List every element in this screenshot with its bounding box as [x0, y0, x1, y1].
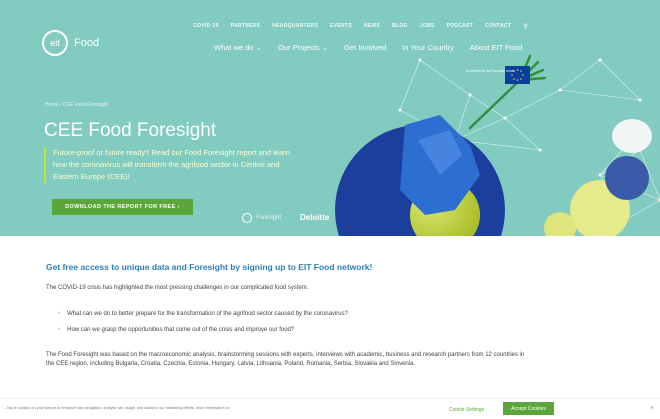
top-link-podcast[interactable]: PODCAST — [447, 23, 474, 30]
accept-cookies-button[interactable]: Accept Cookies — [503, 402, 554, 415]
partner-circle-icon — [242, 213, 252, 223]
top-link-blog[interactable]: BLOG — [392, 23, 408, 30]
list-item: • How can we grasp the opportunities tha… — [58, 327, 294, 333]
nav-get-involved[interactable]: Get Involved — [344, 43, 386, 52]
cookie-text: ...ing of cookies on your device to enha… — [4, 406, 230, 410]
nav-our-projects[interactable]: Our Projects ⌄ — [278, 43, 328, 52]
nav-in-your-country[interactable]: In Your Country — [402, 43, 454, 52]
logo-text: Food — [74, 37, 99, 49]
top-link-events[interactable]: EVENTS — [330, 23, 352, 30]
close-icon[interactable]: × — [650, 405, 654, 412]
top-link-covid[interactable]: COVID-19 — [193, 23, 218, 30]
page-title: CEE Food Foresight — [44, 120, 216, 142]
breadcrumb[interactable]: Home › CEE Food Foresight — [45, 102, 108, 108]
bullet-icon: • — [58, 327, 60, 333]
section-heading: Get free access to unique data and Fores… — [46, 262, 372, 272]
top-link-partners[interactable]: PARTNERS — [231, 23, 261, 30]
nav-about[interactable]: About EIT Food — [470, 43, 522, 52]
main-nav: What we do ⌄ Our Projects ⌄ Get Involved… — [214, 43, 522, 52]
top-link-headquarters[interactable]: HEADQUARTERS — [272, 23, 318, 30]
hero-intro: Future-proof or future ready? Read our F… — [44, 147, 303, 183]
description-paragraph: The Food Foresight was based on the macr… — [46, 351, 526, 369]
partner-logo-deloitte: Deloitte — [300, 213, 329, 222]
list-item-text: How can we grasp the opportunities that … — [67, 327, 294, 333]
bullet-icon: • — [58, 311, 60, 317]
top-links: COVID-19 PARTNERS HEADQUARTERS EVENTS NE… — [193, 23, 528, 30]
search-icon[interactable]: ⚲ — [523, 23, 528, 30]
cookie-settings-link[interactable]: Cookie Settings — [449, 407, 484, 413]
nav-what-we-do[interactable]: What we do ⌄ — [214, 43, 262, 52]
eu-caption: Co-funded by the European Union — [466, 69, 515, 73]
download-report-button[interactable]: DOWNLOAD THE REPORT FOR FREE › — [52, 199, 193, 215]
partner-logo-foresight: Foresight — [242, 213, 281, 223]
intro-paragraph: The COVID-19 crisis has highlighted the … — [46, 285, 308, 291]
site-logo[interactable]: eit Food — [42, 30, 99, 56]
top-link-jobs[interactable]: JOBS — [420, 23, 435, 30]
list-item: • What can we do to better prepare for t… — [58, 311, 348, 317]
list-item-text: What can we do to better prepare for the… — [67, 311, 348, 317]
logo-mark: eit — [42, 30, 68, 56]
cookie-banner: ...ing of cookies on your device to enha… — [0, 398, 660, 419]
hero-banner: Co-funded by the European Union eit Food… — [0, 0, 660, 236]
top-link-news[interactable]: NEWS — [364, 23, 380, 30]
partner-1-name: Foresight — [256, 215, 281, 221]
top-link-contact[interactable]: CONTACT — [485, 23, 511, 30]
